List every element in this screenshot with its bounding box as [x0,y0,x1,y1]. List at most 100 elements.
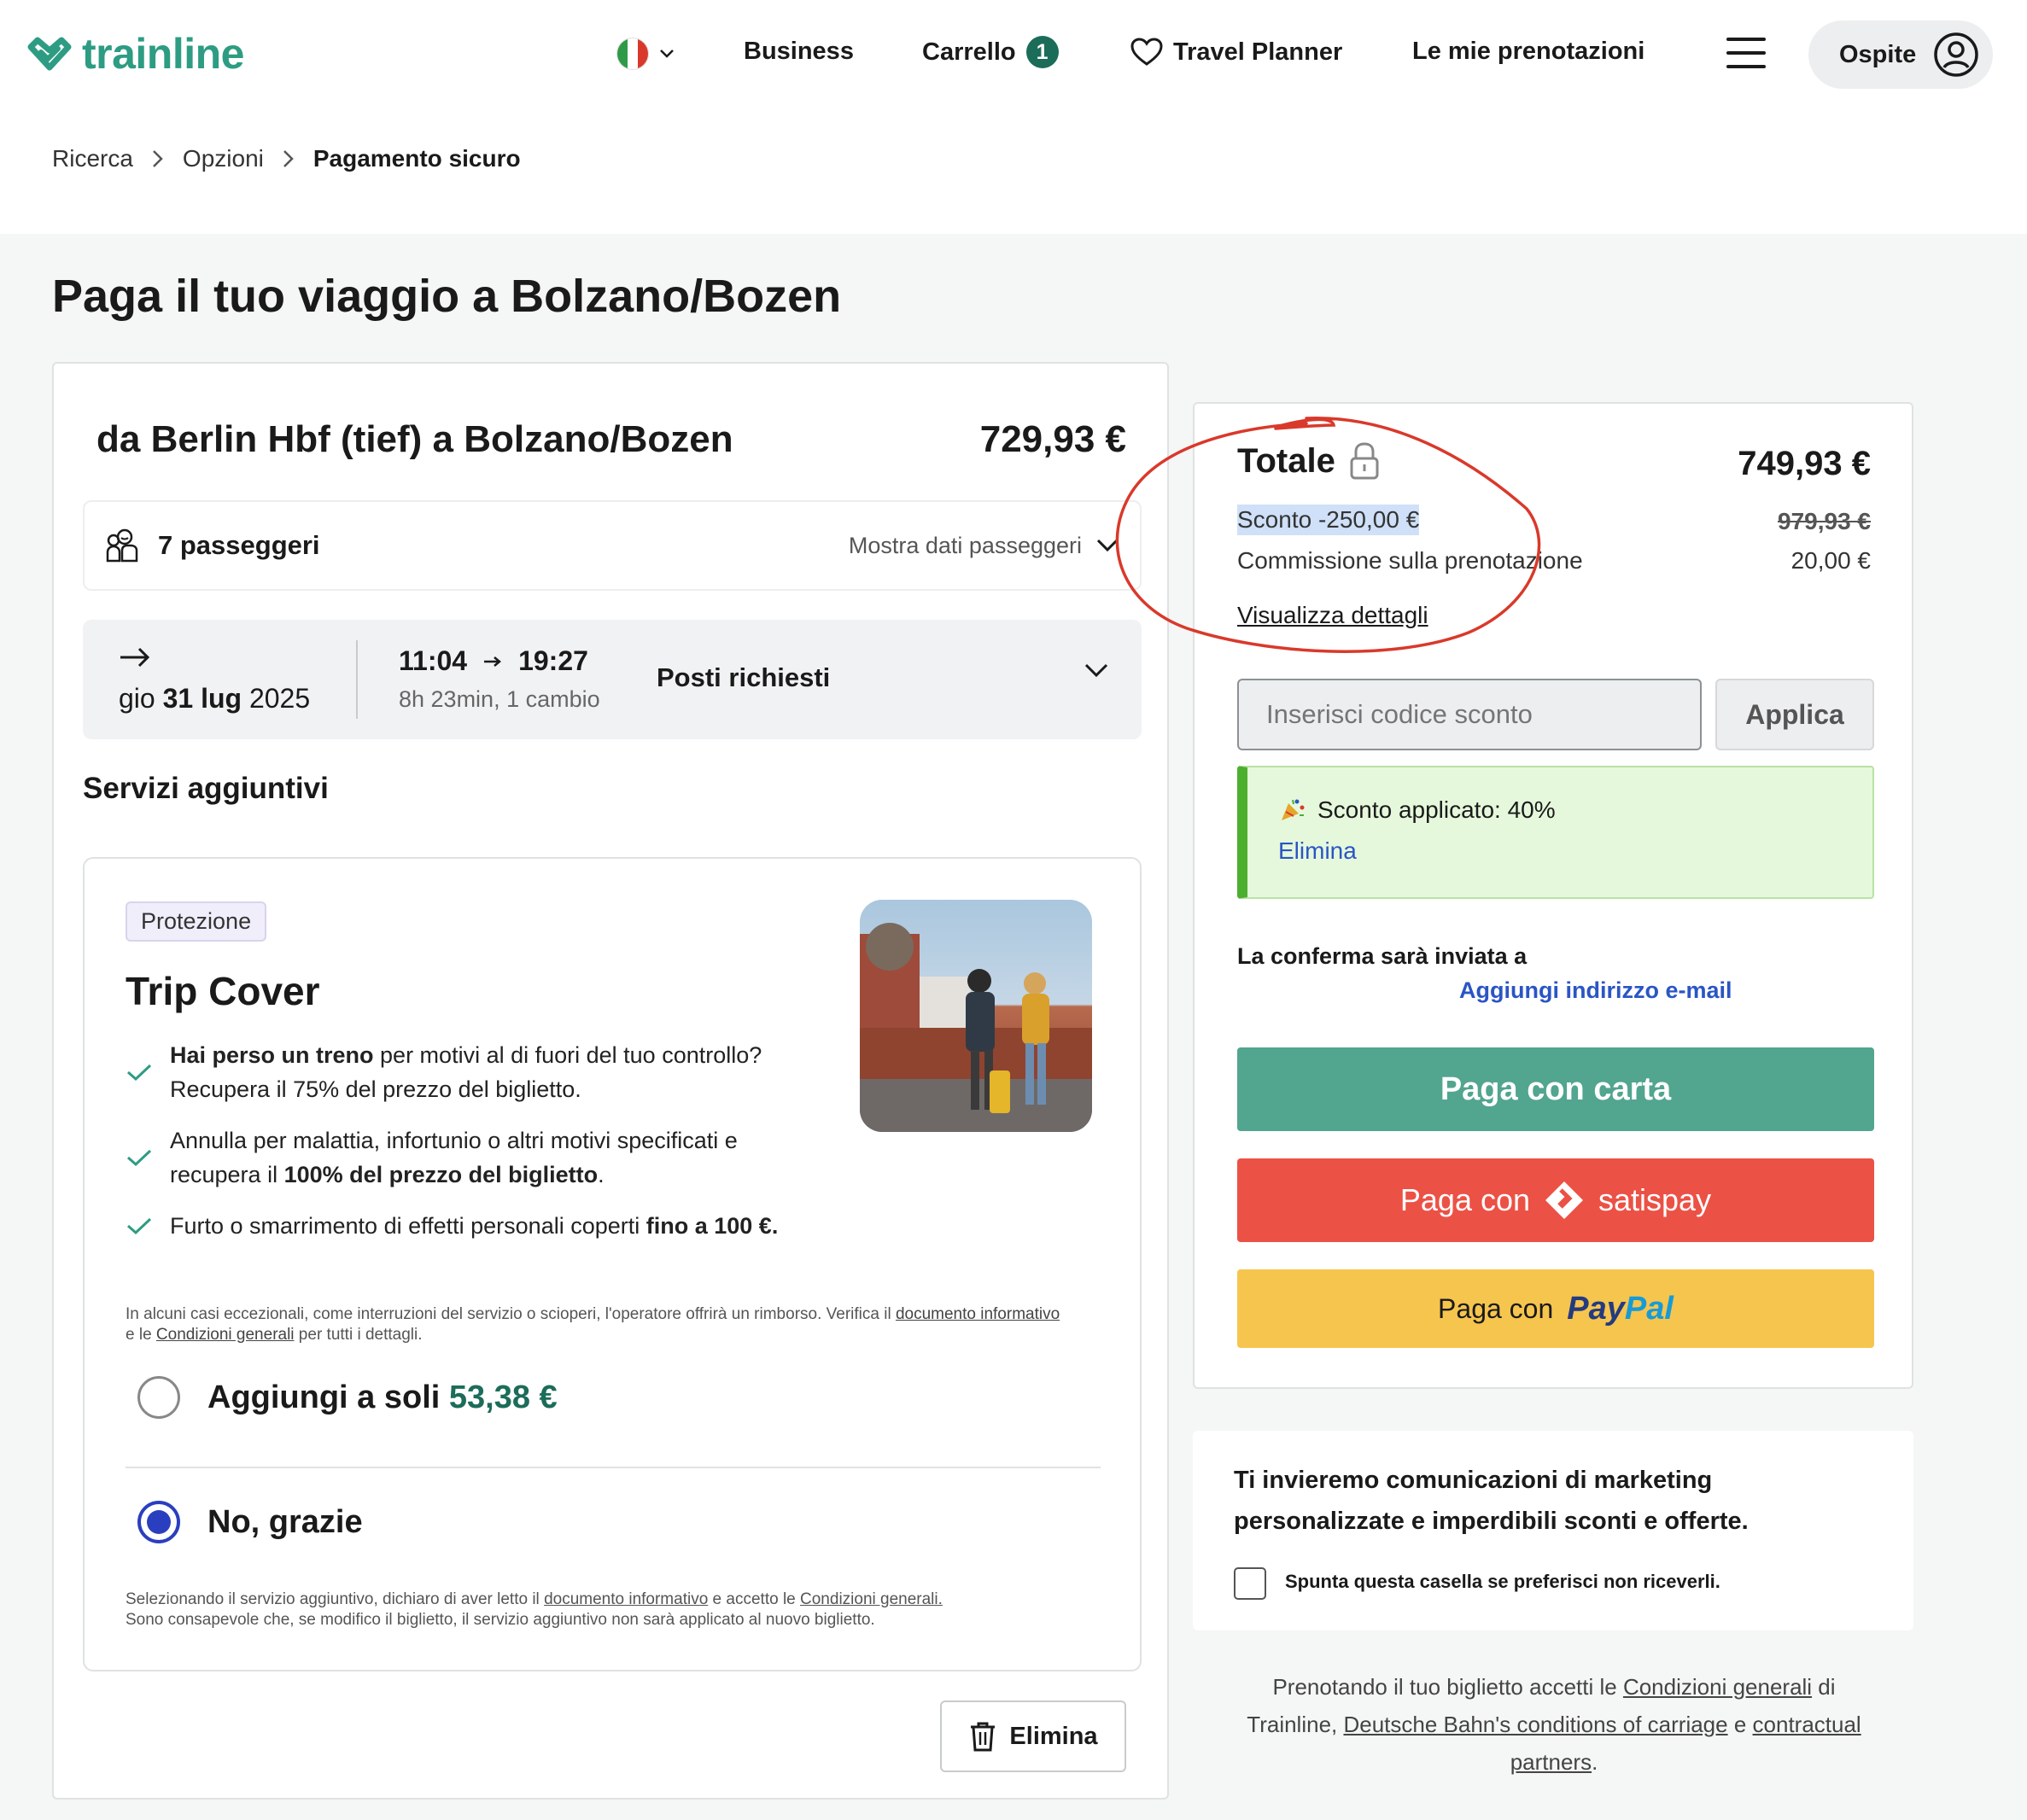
seats-requested: Posti richiesti [657,662,831,692]
paypal-logo-pal: Pal [1624,1290,1674,1327]
paypal-logo-pay: Pay [1567,1290,1625,1327]
guest-label: Ospite [1839,40,1917,68]
terms-text-3: e [1727,1712,1753,1737]
marketing-opt-out-label[interactable]: Spunta questa casella se preferisci non … [1285,1571,1720,1593]
page-title: Paga il tuo viaggio a Bolzano/Bozen [52,271,842,322]
db-conditions-link[interactable]: Deutsche Bahn's conditions of carriage [1343,1712,1727,1737]
pay-with-satispay-button[interactable]: Paga con satispay [1237,1158,1874,1242]
breadcrumb-secure-payment: Pagamento sicuro [313,145,521,172]
arrival-time: 19:27 [518,645,588,676]
chevron-right-icon [153,150,163,167]
no-thanks-option[interactable]: No, grazie [126,1501,363,1543]
fine-print-text-2: e le [126,1326,156,1344]
journey-row[interactable]: gio 31 lug 2025 11:04 19:27 8h 23min, 1 … [83,620,1142,739]
passengers-row[interactable]: 7 passeggeri Mostra dati passeggeri [83,500,1142,591]
info-document-link[interactable]: documento informativo [544,1590,708,1608]
marketing-text: Ti invieremo comunicazioni di marketing … [1234,1467,1749,1535]
trash-icon [971,1722,996,1752]
trip-cover-card: Protezione Trip Cover Hai perso un treno… [83,857,1142,1671]
departure-time: 11:04 [399,645,468,676]
satispay-prefix: Paga con [1399,1182,1531,1217]
breadcrumb-options[interactable]: Opzioni [183,145,264,172]
discount-applied-banner: Sconto applicato: 40% Elimina [1237,766,1874,899]
apply-code-button[interactable]: Applica [1715,679,1874,750]
check-icon [126,1038,155,1106]
chevron-down-icon[interactable] [1084,662,1109,680]
no-thanks-radio[interactable] [137,1501,180,1543]
cover-fine-print: In alcuni casi eccezionali, come interru… [126,1304,1073,1345]
benefit-2-end: . [598,1162,605,1187]
no-thanks-label: No, grazie [207,1503,363,1540]
nav-cart-label: Carrello [922,38,1016,66]
breadcrumb-search[interactable]: Ricerca [52,145,133,172]
legal-text-1: Selezionando il servizio aggiuntivo, dic… [126,1590,545,1608]
terms-text-1: Prenotando il tuo biglietto accetti le [1272,1674,1623,1700]
benefit-1-bold: Hai perso un treno [170,1042,374,1068]
cart-count-badge: 1 [1025,36,1059,68]
remove-discount-link[interactable]: Elimina [1278,837,1357,865]
trainline-conditions-link[interactable]: Condizioni generali [1623,1674,1812,1700]
delete-trip-label: Elimina [1009,1722,1098,1750]
benefit-3-bold: fino a 100 €. [645,1213,779,1239]
add-email-link[interactable]: Aggiungi indirizzo e-mail [1459,977,1732,1004]
total-value: 749,93 € [1738,445,1871,482]
pay-with-card-label: Paga con carta [1440,1070,1672,1107]
general-conditions-link[interactable]: Condizioni generali. [800,1590,943,1608]
paypal-logo: PayPal [1567,1291,1674,1327]
add-cover-label: Aggiungi a soli [207,1379,449,1415]
option-divider [126,1467,1101,1468]
travellers-photo [860,900,1092,1132]
terms-text-4: . [1592,1749,1598,1775]
benefit-3-text: Furto o smarrimento di effetti personali… [170,1213,646,1239]
arrow-right-icon [484,656,502,667]
nav-travel-planner[interactable]: Travel Planner [1130,38,1342,67]
view-details-link[interactable]: Visualizza dettagli [1237,602,1428,629]
pay-with-card-button[interactable]: Paga con carta [1237,1047,1874,1131]
delete-trip-button[interactable]: Elimina [940,1700,1126,1772]
nav-my-bookings-label: Le mie prenotazioni [1412,38,1645,65]
language-selector[interactable] [616,38,675,70]
chevron-right-icon [283,150,294,167]
nav-cart[interactable]: Carrello 1 [922,36,1059,68]
check-icon [126,1209,155,1243]
booking-fee-value: 20,00 € [1790,547,1871,574]
guest-account-button[interactable]: Ospite [1808,20,1993,89]
passengers-icon [106,528,138,563]
marketing-opt-out-checkbox[interactable] [1234,1567,1266,1600]
add-cover-radio[interactable] [137,1376,180,1419]
party-popper-icon [1282,799,1305,820]
booking-fee-label: Commissione sulla prenotazione [1237,547,1583,574]
booking-terms-note: Prenotando il tuo biglietto accetti le C… [1247,1668,1861,1781]
fine-print-text-1: In alcuni casi eccezionali, come interru… [126,1305,896,1323]
trip-cover-title: Trip Cover [126,969,320,1013]
service-legal-note: Selezionando il servizio aggiuntivo, dic… [126,1590,1099,1630]
lock-icon [1350,442,1379,480]
confirmation-label: La conferma sarà inviata a [1237,943,1528,969]
marketing-consent-card: Ti invieremo comunicazioni di marketing … [1193,1431,1913,1630]
discount-code-input[interactable] [1237,679,1702,750]
discount-line: Sconto -250,00 € [1237,505,1420,535]
order-summary-card: Totale 749,93 € Sconto -250,00 € 979,93 … [1193,402,1913,1389]
nav-my-bookings[interactable]: Le mie prenotazioni [1412,38,1644,66]
fine-print-text-3: per tutti i dettagli. [294,1326,423,1344]
check-icon [126,1123,155,1192]
menu-icon[interactable] [1726,38,1766,68]
add-cover-price: 53,38 € [448,1379,558,1415]
info-document-link[interactable]: documento informativo [896,1305,1060,1323]
additional-services-title: Servizi aggiuntivi [83,772,329,805]
add-cover-option[interactable]: Aggiungi a soli 53,38 € [126,1376,558,1419]
journey-day-month: 31 lug [162,683,242,714]
pay-with-paypal-button[interactable]: Paga con PayPal [1237,1269,1874,1348]
outbound-arrow-icon [119,642,310,673]
original-price: 979,93 € [1778,508,1871,534]
protection-tag: Protezione [126,901,267,942]
general-conditions-link[interactable]: Condizioni generali [156,1326,295,1344]
show-passengers-label: Mostra dati passeggeri [848,532,1082,558]
journey-weekday: gio [119,683,155,714]
passengers-count: 7 passeggeri [158,530,320,560]
trainline-logo[interactable]: trainline [26,29,244,79]
show-passengers-toggle[interactable]: Mostra dati passeggeri [849,533,1119,559]
nav-business[interactable]: Business [744,38,854,66]
total-label: Totale [1237,441,1380,481]
paypal-prefix: Paga con [1438,1292,1554,1324]
